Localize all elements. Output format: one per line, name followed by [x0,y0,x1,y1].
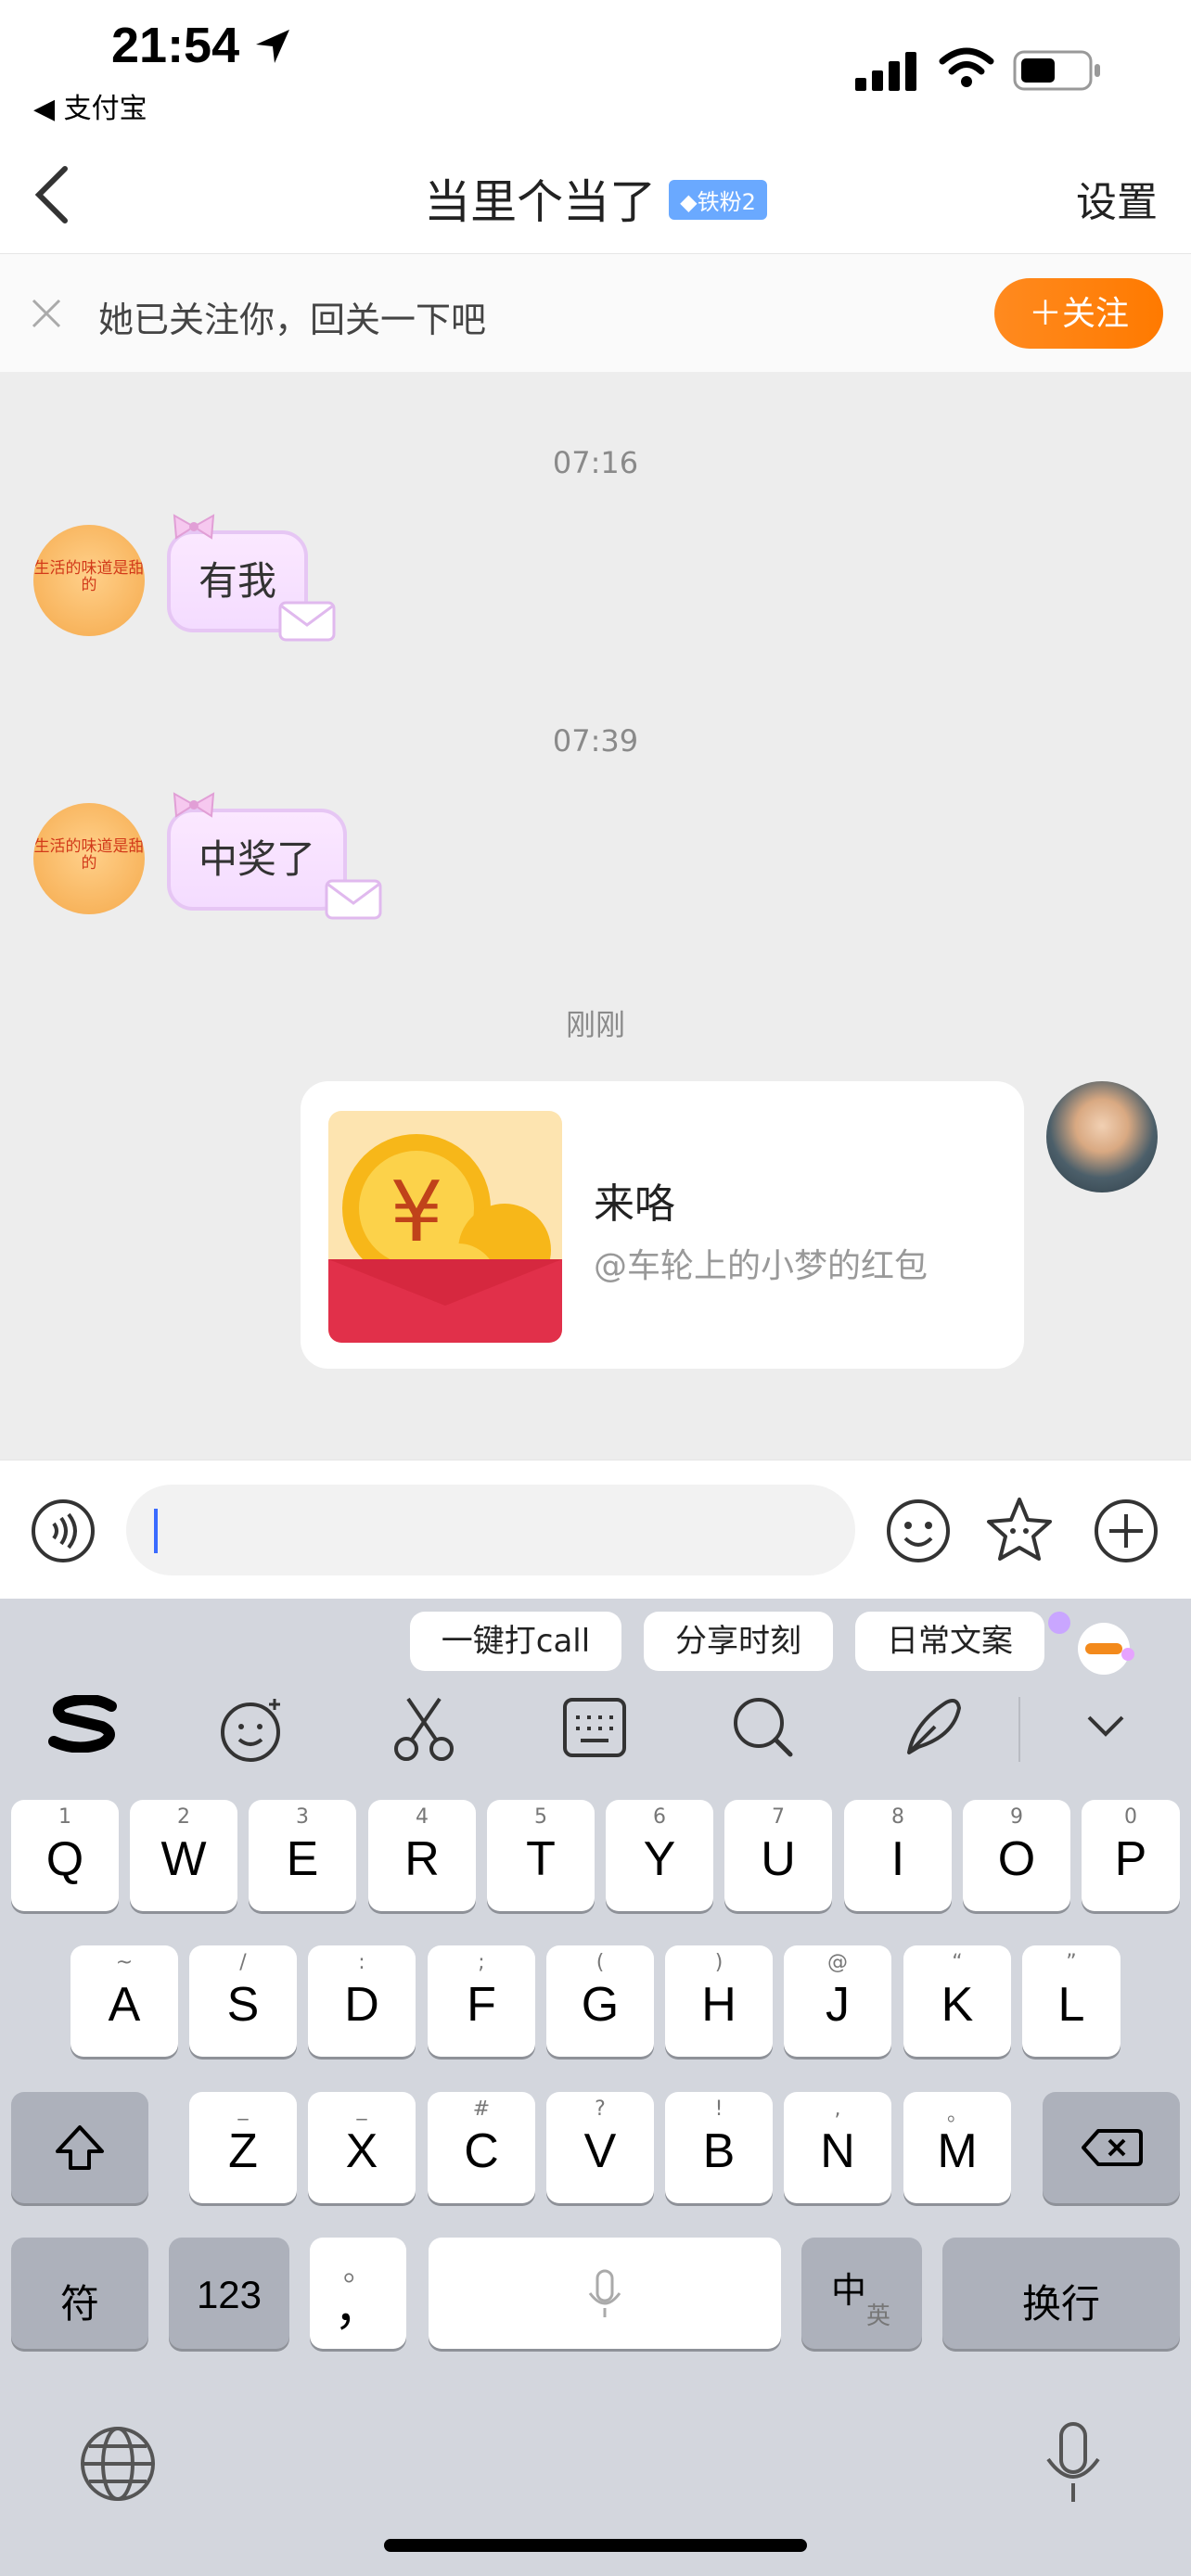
red-envelope-coins-icon: ¥ [328,1134,562,1343]
battery-icon [1013,50,1100,91]
key-y[interactable]: 6Y [606,1800,713,1911]
follow-hint-text: 她已关注你，回关一下吧 [98,300,487,340]
key-q[interactable]: 1Q [11,1800,119,1911]
contact-name: 当里个当了 [424,175,657,229]
contact-avatar[interactable]: 生活的味道是甜的 [33,525,145,636]
key-l[interactable]: ” L [1022,1945,1121,2057]
suggestion-chip[interactable]: 日常文案 [855,1612,1044,1671]
globe-icon[interactable] [78,2424,158,2504]
red-packet-card[interactable]: ¥ 来咯 @车轮上的小梦的红包 [301,1081,1024,1369]
return-key[interactable]: 换行 [942,2238,1180,2349]
symbol-key[interactable]: 符 [11,2238,148,2349]
shift-key[interactable] [11,2092,148,2203]
key-o[interactable]: 9O [963,1800,1070,1911]
numbers-key[interactable]: 123 [169,2238,289,2349]
key-n[interactable]: ,N [784,2092,891,2203]
message-timestamp: 刚刚 [565,1007,625,1042]
emoji-panel-icon[interactable] [219,1695,288,1764]
chat-header: 当里个当了 ◆铁粉2 设置 [0,139,1191,254]
contact-avatar[interactable]: 生活的味道是甜的 [33,803,145,914]
key-z[interactable]: _ Z [189,2092,297,2203]
message-input[interactable] [126,1485,855,1575]
svg-text:¥: ¥ [390,1164,442,1261]
red-packet-subtitle: @车轮上的小梦的红包 [594,1247,928,1285]
key-e[interactable]: 3E [249,1800,356,1911]
my-avatar[interactable] [1046,1081,1158,1192]
space-key[interactable] [429,2238,781,2349]
key-h[interactable]: ) H [665,1945,773,2057]
home-indicator[interactable] [384,2539,807,2552]
key-s[interactable]: / S [189,1945,297,2057]
handwriting-pen-icon[interactable] [902,1695,967,1760]
scissors-icon[interactable] [391,1695,456,1764]
keyboard-mascot-icon[interactable] [1046,1608,1135,1677]
bow-decoration-icon [173,514,215,540]
comma-key[interactable]: 。， [310,2238,406,2349]
key-m[interactable]: 。 M [903,2092,1011,2203]
plus-icon[interactable] [1093,1498,1159,1564]
key-k[interactable]: “K [903,1945,1011,2057]
microphone-icon [588,2269,621,2317]
location-arrow-icon [256,30,289,63]
message-timestamp: 07:16 [552,445,639,480]
red-packet-title: 来咯 [594,1180,675,1228]
toolbar-divider [1018,1697,1020,1762]
text-cursor [154,1509,158,1553]
shift-arrow-icon [56,2125,104,2170]
follow-suggestion-bar: 她已关注你，回关一下吧 ＋关注 [0,254,1191,373]
key-p[interactable]: 0P [1082,1800,1180,1911]
sogou-logo-icon[interactable] [46,1695,122,1753]
cellular-signal-icon [855,52,916,91]
follow-button[interactable]: ＋关注 [994,278,1163,349]
fan-level-badge: ◆铁粉2 [669,180,767,220]
key-r[interactable]: 4R [368,1800,476,1911]
suggestion-chip[interactable]: 一键打call [410,1612,621,1671]
voice-input-icon[interactable] [30,1498,96,1564]
envelope-decoration-icon [325,879,382,920]
key-x[interactable]: _ X [308,2092,416,2203]
message-input-bar [0,1460,1191,1599]
keyboard: 一键打call 分享时刻 日常文案 1Q 2W 3E 4R 5T 6Y 7U 8… [0,1599,1191,2576]
bow-decoration-icon [173,792,215,818]
chevron-down-icon[interactable] [1083,1710,1128,1741]
message-text: 中奖了 [198,836,316,882]
emoji-icon[interactable] [885,1498,952,1564]
chat-title: 当里个当了 ◆铁粉2 [0,165,1191,232]
message-timestamp: 07:39 [552,723,639,759]
keyboard-icon[interactable] [562,1697,627,1758]
key-a[interactable]: ~ A [70,1945,178,2057]
status-time: 21:54 [111,18,240,73]
key-g[interactable]: (G [546,1945,654,2057]
key-w[interactable]: 2W [130,1800,237,1911]
key-f[interactable]: ; F [428,1945,535,2057]
back-to-app-link[interactable]: ◀ 支付宝 [33,85,147,126]
message-bubble[interactable]: 中奖了 [167,809,348,911]
key-j[interactable]: @ J [784,1945,891,2057]
wifi-icon [939,47,994,87]
sticker-icon[interactable] [985,1496,1054,1564]
key-i[interactable]: 8I [844,1800,952,1911]
red-packet-image: ¥ [328,1111,562,1343]
dictation-microphone-icon[interactable] [1043,2420,1104,2506]
envelope-decoration-icon [278,601,336,642]
search-icon[interactable] [731,1695,796,1760]
backspace-key[interactable] [1043,2092,1180,2203]
suggestion-chip[interactable]: 分享时刻 [644,1612,833,1671]
key-t[interactable]: 5T [487,1800,595,1911]
key-d[interactable]: :D [308,1945,416,2057]
key-v[interactable]: ? V [546,2092,654,2203]
language-switch-key[interactable]: 中 英 [801,2238,922,2349]
close-icon[interactable] [30,297,63,330]
key-c[interactable]: # C [428,2092,535,2203]
settings-button[interactable]: 设置 [1076,169,1158,228]
status-bar: 21:54 ◀ 支付宝 [0,0,1191,139]
key-u[interactable]: 7U [724,1800,832,1911]
key-b[interactable]: ! B [665,2092,773,2203]
message-text: 有我 [198,558,277,604]
backspace-icon [1082,2129,1143,2166]
